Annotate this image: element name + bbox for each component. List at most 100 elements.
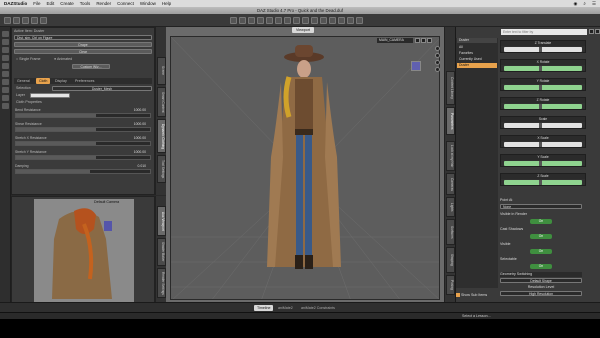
parameter-knob[interactable] <box>539 161 543 166</box>
filter-input[interactable]: Enter text to filter by <box>501 29 587 35</box>
orbit-icon[interactable] <box>435 46 440 51</box>
pan-icon[interactable] <box>435 53 440 58</box>
parameter-slider[interactable]: Z Rotate <box>500 97 586 110</box>
visible-in-render-toggle[interactable]: On <box>530 219 552 224</box>
property-group-item[interactable]: Duster <box>457 63 497 68</box>
property-slider[interactable] <box>15 113 151 118</box>
translate-tool-icon[interactable] <box>248 17 255 24</box>
panel-options-icon[interactable] <box>589 29 594 34</box>
scene-node-dropdown[interactable]: Duster <box>457 38 497 43</box>
frame-icon[interactable] <box>435 67 440 72</box>
aux-viewport-canvas[interactable]: Default Camera <box>34 199 134 303</box>
parameter-slider[interactable]: Z Translate <box>500 40 586 53</box>
cast-shadows-toggle[interactable]: On <box>530 234 552 239</box>
tab-aux-viewport[interactable]: Aux Viewport <box>157 206 166 236</box>
light-tool-icon[interactable] <box>338 17 345 24</box>
tab-lights[interactable]: Lights <box>446 197 455 217</box>
property-slider[interactable] <box>15 141 151 146</box>
parameter-slider[interactable]: X Rotate <box>500 59 586 72</box>
parameter-track[interactable] <box>504 123 582 128</box>
tab-timeline[interactable]: Timeline <box>254 305 274 311</box>
tab-dynamic-clothing[interactable]: Dynamic Clothing <box>157 119 166 153</box>
parameter-knob[interactable] <box>539 180 543 185</box>
parameter-track[interactable] <box>504 104 582 109</box>
clear-button[interactable]: Clear <box>14 49 152 54</box>
redo-icon[interactable] <box>40 17 47 24</box>
camera-tool-icon[interactable] <box>329 17 336 24</box>
select-tool-icon[interactable] <box>230 17 237 24</box>
list-icon[interactable]: ☰ <box>592 1 596 7</box>
menu-help[interactable]: Help <box>162 1 171 6</box>
parameter-track[interactable] <box>504 66 582 71</box>
universal-tool-icon[interactable] <box>266 17 273 24</box>
posing-icon[interactable] <box>2 47 9 53</box>
dolly-icon[interactable] <box>435 60 440 65</box>
selectable-toggle[interactable]: On <box>530 264 552 269</box>
parameter-knob[interactable] <box>539 123 543 128</box>
tab-surfaces[interactable]: Surfaces <box>446 219 455 245</box>
camera-selector[interactable]: MAIN_CAMERA <box>377 38 413 43</box>
new-scene-icon[interactable] <box>4 17 11 24</box>
animate-icon[interactable] <box>2 103 9 109</box>
show-sub-items-checkbox[interactable]: Show Sub Items <box>456 293 487 298</box>
animated-option[interactable]: ● Animated <box>54 57 72 62</box>
parameter-knob[interactable] <box>539 66 543 71</box>
tab-shaping[interactable]: Shaping <box>446 247 455 273</box>
sim-control-dropdown[interactable]: Dist. sim. Ctrl on Figure <box>14 35 152 40</box>
tab-animate2-constraints[interactable]: aniMate2 Constraints <box>298 305 338 311</box>
open-icon[interactable] <box>13 17 20 24</box>
undo-icon[interactable] <box>31 17 38 24</box>
viewport-tab[interactable]: Viewport <box>292 27 314 33</box>
slider-value[interactable]: 1000.00 <box>134 150 146 154</box>
parameter-track[interactable] <box>504 47 582 52</box>
render-settings-icon[interactable] <box>2 87 9 93</box>
viewport-options-icon[interactable] <box>415 38 420 43</box>
parameter-slider[interactable]: X Scale <box>500 135 586 148</box>
rotate-tool-icon[interactable] <box>239 17 246 24</box>
property-slider[interactable] <box>15 127 151 132</box>
tab-look-at-my-hair[interactable]: Look at my Hair <box>446 141 455 171</box>
tab-posing[interactable]: Posing <box>446 275 455 295</box>
scene-icon[interactable] <box>2 31 9 37</box>
panel-menu-icon[interactable] <box>595 29 600 34</box>
slider-value[interactable]: 1000.00 <box>134 136 146 140</box>
menu-tools[interactable]: Tools <box>80 1 91 6</box>
joint-editor-icon[interactable] <box>284 17 291 24</box>
view-cube-icon[interactable] <box>411 61 421 71</box>
region-nav-icon[interactable] <box>356 17 363 24</box>
slider-value[interactable]: 1000.00 <box>134 108 146 112</box>
menu-edit[interactable]: Edit <box>47 1 55 6</box>
radio-icon[interactable]: ○ <box>16 57 18 61</box>
property-slider[interactable] <box>15 169 151 174</box>
render-settings-icon[interactable] <box>311 17 318 24</box>
geometry-editor-icon[interactable] <box>293 17 300 24</box>
tab-cameras[interactable]: Cameras <box>446 173 455 195</box>
parameter-track[interactable] <box>504 142 582 147</box>
parameter-knob[interactable] <box>539 47 543 52</box>
tab-content-library[interactable]: Content Library <box>446 71 455 105</box>
menu-window[interactable]: Window <box>140 1 156 6</box>
content-icon[interactable] <box>2 39 9 45</box>
slider-value[interactable]: 0.010 <box>138 164 147 168</box>
render-icon[interactable] <box>302 17 309 24</box>
property-slider[interactable] <box>15 155 151 160</box>
spot-render-icon[interactable] <box>320 17 327 24</box>
parameter-track[interactable] <box>504 161 582 166</box>
shaping-icon[interactable] <box>2 55 9 61</box>
point-at-selector[interactable]: None <box>500 204 582 209</box>
parameter-knob[interactable] <box>539 142 543 147</box>
single-frame-option[interactable]: ○ Single Frame <box>16 57 41 62</box>
tab-scene[interactable]: Scene <box>157 57 166 85</box>
tab-smart-content[interactable]: Smart Content <box>157 87 166 117</box>
search-icon[interactable]: ⌕ <box>583 1 586 7</box>
surface-tool-icon[interactable] <box>347 17 354 24</box>
parameter-slider[interactable]: Y Scale <box>500 154 586 167</box>
resolution-level-dropdown[interactable]: High Resolution <box>500 291 582 296</box>
node-weight-icon[interactable] <box>275 17 282 24</box>
property-group-item[interactable]: All <box>457 45 497 50</box>
tab-shader-baker[interactable]: Shader Baker <box>157 238 166 266</box>
tab-preferences[interactable]: Preferences <box>72 78 97 84</box>
viewport-menu-icon[interactable] <box>427 38 432 43</box>
app-menu[interactable]: DAZStudio <box>4 1 27 6</box>
radio-icon[interactable]: ● <box>54 57 56 61</box>
